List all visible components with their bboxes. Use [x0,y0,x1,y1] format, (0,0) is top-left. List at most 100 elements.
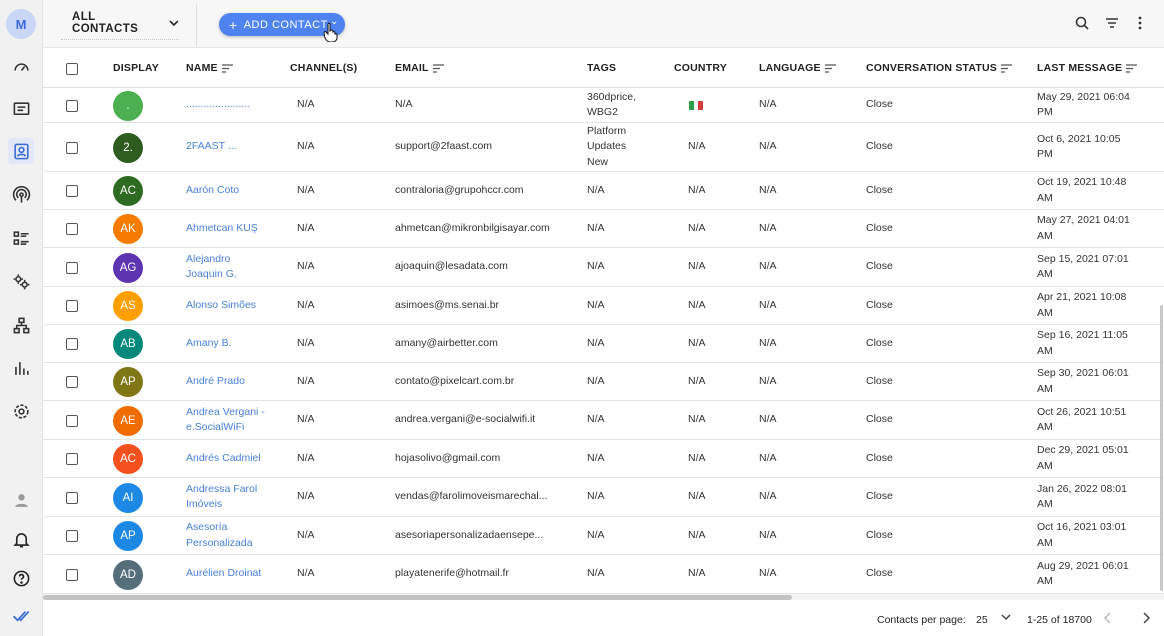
user-icon[interactable] [8,487,34,513]
row-checkbox[interactable] [66,492,78,504]
col-language[interactable]: LANGUAGE [759,48,836,88]
row-checkbox[interactable] [66,569,78,581]
speedometer-icon[interactable] [8,53,34,79]
table-row[interactable]: AG Alejandro Joaquin G. N/A ajoaquin@lesada… [43,248,1164,287]
status-value: Close [866,413,893,426]
table-row[interactable]: AC Andrés Cadmiel N/A hojasolivo@gmail.com N… [43,440,1164,478]
country-value: N/A [688,336,706,349]
filter-icon[interactable] [1103,14,1121,32]
row-checkbox[interactable] [66,415,78,427]
per-page-select[interactable]: 25 [976,614,988,626]
contact-name-link[interactable]: Asesoría Personalizada [186,517,266,554]
contact-name-link[interactable]: Alonso Simões [186,287,266,324]
gears-icon[interactable] [8,268,34,294]
col-status[interactable]: CONVERSATION STATUS [866,48,1012,88]
contact-name-link[interactable]: Andrés Cadmiel [186,440,266,477]
broadcast-icon[interactable] [8,182,34,208]
table-row[interactable]: AK Ahmetcan KUŞ N/A ahmetcan@mikronbilgisay… [43,210,1164,248]
col-name[interactable]: NAME [186,48,233,88]
contact-name-link[interactable]: Andressa Farol Imóveis [186,478,266,516]
contact-name-link[interactable]: André Prado [186,363,266,400]
contact-name-link[interactable]: Alejandro Joaquin G. [186,248,266,286]
table-row[interactable]: AS Alonso Simões N/A asimoes@ms.senai.br N/A… [43,287,1164,325]
prev-page-icon[interactable] [1103,612,1113,627]
sort-icon[interactable] [1126,63,1138,73]
row-checkbox[interactable] [66,300,78,312]
table-row[interactable]: AE Andrea Vergani - e.SocialWiFi N/A andrea… [43,401,1164,440]
channels-value: N/A [297,98,315,111]
settings-icon[interactable] [8,398,34,424]
row-checkbox[interactable] [66,338,78,350]
sort-icon[interactable] [221,63,233,73]
table-row[interactable]: AI Andressa Farol Imóveis N/A vendas@faroli… [43,478,1164,517]
help-icon[interactable] [8,565,34,591]
sort-icon[interactable] [432,63,444,73]
hand-cursor-icon [323,22,338,42]
language-value: N/A [759,98,777,111]
flow-icon[interactable] [8,312,34,338]
chevron-down-icon[interactable] [1001,612,1011,625]
status-value: Close [866,260,893,273]
row-checkbox[interactable] [66,453,78,465]
row-checkbox[interactable] [66,185,78,197]
contact-name-link[interactable]: 2FAAST ... [186,123,266,171]
double-check-icon[interactable] [8,602,34,628]
sort-icon[interactable] [824,63,836,73]
contact-name-link[interactable]: Amany B. [186,325,266,362]
per-page-label: Contacts per page: [877,614,966,626]
chat-icon[interactable] [8,96,34,122]
table-row[interactable]: 2. 2FAAST ... N/A support@2faast.com Platfor… [43,123,1164,172]
col-display: DISPLAY [113,62,159,74]
contact-name-link[interactable]: Aurélien Droinat [186,555,266,593]
table-row[interactable]: ....................... N/A N/A 360dprice, … [43,88,1164,123]
last-message-value: Oct 19, 2021 10:48 AM [1037,176,1127,204]
row-checkbox[interactable] [66,223,78,235]
country-value: N/A [688,413,706,426]
table-row[interactable]: AD Aurélien Droinat N/A playatenerife@hotma… [43,555,1164,594]
tags-value: Platform Updates New [587,124,627,168]
table-row[interactable]: AB Amany B. N/A amany@airbetter.com N/A N/A N/… [43,325,1164,363]
table-row[interactable]: AC Aarón Coto N/A contraloria@grupohccr.com… [43,172,1164,210]
row-checkbox[interactable] [66,262,78,274]
row-checkbox[interactable] [66,376,78,388]
contact-name-link[interactable]: ...................... [186,88,266,122]
bell-icon[interactable] [8,526,34,552]
contacts-filter-dropdown[interactable]: ALL CONTACTS [61,6,179,40]
contacts-icon[interactable] [8,138,34,164]
row-checkbox[interactable] [66,530,78,542]
email-value: asimoes@ms.senai.br [395,298,500,311]
country-value: N/A [688,260,706,273]
country-value [689,88,704,122]
row-checkbox[interactable] [66,100,78,112]
vertical-scrollbar[interactable] [1160,305,1163,591]
account-avatar[interactable]: M [6,9,36,39]
sort-icon[interactable] [1000,63,1012,73]
contacts-table: DISPLAY NAME CHANNEL(S) EMAIL TAGS COUNT… [43,48,1164,594]
country-value: N/A [688,183,706,196]
table-row[interactable]: AP André Prado N/A contato@pixelcart.com.br… [43,363,1164,401]
country-value: N/A [688,490,706,503]
email-value: N/A [395,98,413,111]
country-value: N/A [688,140,706,153]
analytics-icon[interactable] [8,355,34,381]
contact-name-link[interactable]: Ahmetcan KUŞ [186,210,266,247]
contact-name-link[interactable]: Andrea Vergani - e.SocialWiFi [186,401,266,439]
col-language-label: LANGUAGE [759,62,821,74]
search-icon[interactable] [1073,14,1091,32]
col-last-message-label: LAST MESSAGE [1037,62,1123,74]
tags-value: N/A [587,298,605,311]
contact-name-link[interactable]: Aarón Coto [186,172,266,209]
list-icon[interactable] [8,225,34,251]
col-name-label: NAME [186,62,218,74]
next-page-icon[interactable] [1141,612,1151,627]
col-last-message[interactable]: LAST MESSAGE [1037,48,1138,88]
last-message-value: Aug 29, 2021 06:01 AM [1037,559,1129,588]
select-all-checkbox[interactable] [66,63,78,75]
more-vert-icon[interactable] [1131,14,1149,32]
table-row[interactable]: AP Asesoría Personalizada N/A asesoriaperso… [43,517,1164,555]
col-email[interactable]: EMAIL [395,48,444,88]
avatar: AC [113,176,143,206]
row-checkbox[interactable] [66,142,78,154]
tags-value: N/A [587,336,605,349]
language-value: N/A [759,183,777,196]
